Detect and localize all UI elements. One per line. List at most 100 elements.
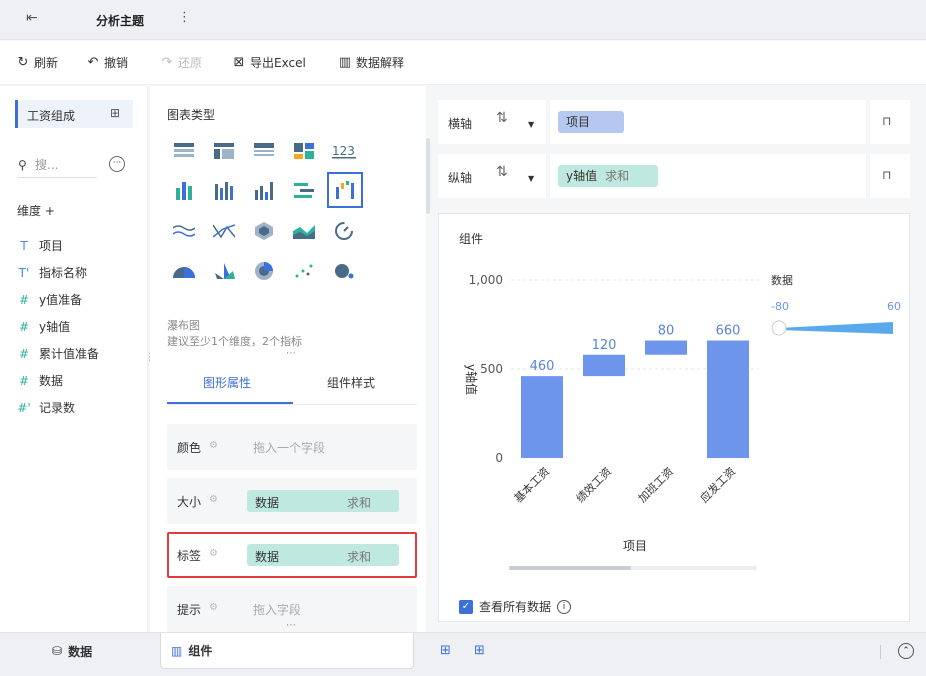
- sunburst-chart-icon[interactable]: [247, 254, 281, 288]
- refresh-button[interactable]: ↻ 刷新: [16, 54, 58, 71]
- property-label: 颜色: [177, 441, 202, 455]
- size-property[interactable]: 大小 ⚙ 数据 求和: [167, 478, 417, 524]
- active-tab-indicator: [167, 402, 293, 404]
- line-chart-icon[interactable]: [167, 214, 201, 248]
- lock-icon[interactable]: ⊓: [882, 114, 891, 128]
- exit-icon[interactable]: ⇤: [26, 10, 44, 28]
- grouped-bar-icon[interactable]: [207, 174, 241, 208]
- more-menu-icon[interactable]: ···: [109, 156, 125, 172]
- field-item[interactable]: T' 指标名称: [17, 264, 87, 281]
- add-component-icon[interactable]: ⊞: [440, 643, 451, 658]
- table-chart-icon[interactable]: [167, 134, 201, 168]
- dataset-tab[interactable]: 工资组成 ⊞: [15, 100, 133, 128]
- field-item[interactable]: T 项目: [17, 237, 63, 254]
- settings-icon[interactable]: ⚙: [209, 440, 221, 452]
- redo-button[interactable]: ↷ 还原: [160, 54, 202, 71]
- database-icon: ⛁: [52, 644, 63, 658]
- bubble-chart-icon[interactable]: [327, 254, 361, 288]
- stacked-bar-icon[interactable]: [167, 174, 201, 208]
- info-icon[interactable]: i: [557, 599, 572, 614]
- tab-shape-props[interactable]: 图形属性: [203, 374, 251, 391]
- y-axis-row: 纵轴 ⇅ ▼ y轴值 求和 ⊓: [438, 154, 910, 198]
- export-label: 导出Excel: [250, 56, 306, 70]
- component-tab[interactable]: ▥ 组件: [160, 633, 414, 669]
- pie-chart-icon[interactable]: [167, 254, 201, 288]
- y-axis-field-chip[interactable]: y轴值 求和: [558, 165, 658, 187]
- detail-table-icon[interactable]: [247, 134, 281, 168]
- chevron-down-icon[interactable]: ▼: [528, 174, 534, 183]
- see-all-data-toggle[interactable]: ✓ 查看所有数据 i: [459, 598, 572, 615]
- x-axis-field-chip[interactable]: 项目: [558, 111, 624, 133]
- data-label: 660: [716, 324, 741, 339]
- explain-icon: ▥: [338, 55, 352, 70]
- field-item[interactable]: # 累计值准备: [17, 345, 99, 362]
- more-options-icon[interactable]: ⋮: [178, 10, 191, 25]
- field-name: 指标名称: [39, 266, 88, 280]
- chip-field: 数据: [255, 550, 280, 564]
- y-axis-label: 纵轴: [448, 171, 473, 185]
- field-item[interactable]: # 数据: [17, 372, 63, 389]
- cross-table-icon[interactable]: [207, 134, 241, 168]
- chevron-down-icon[interactable]: ▼: [528, 120, 534, 129]
- resize-handle[interactable]: ⋯: [286, 620, 297, 631]
- refresh-label: 刷新: [34, 56, 59, 70]
- settings-icon[interactable]: ⚙: [209, 548, 221, 560]
- x-tick-label: 加班工资: [636, 465, 676, 505]
- field-item[interactable]: # y轴值: [17, 318, 70, 335]
- undo-button[interactable]: ↶ 撤销: [86, 54, 128, 71]
- tab-component-style[interactable]: 组件样式: [327, 374, 375, 391]
- sort-icon[interactable]: ⇅: [496, 164, 508, 180]
- top-bar: ⇤ 分析主题 ⋮: [0, 0, 926, 40]
- dataset-switch-icon[interactable]: ⊞: [110, 106, 120, 120]
- settings-icon[interactable]: ⚙: [209, 602, 221, 614]
- rose-chart-icon[interactable]: [207, 254, 241, 288]
- field-name: 累计值准备: [39, 347, 100, 361]
- x-axis-label-box: 横轴 ⇅ ▼: [438, 100, 546, 144]
- export-excel-button[interactable]: ⊠ 导出Excel: [232, 54, 306, 71]
- chip-agg: 求和: [347, 550, 372, 564]
- waterfall-chart-icon[interactable]: [327, 172, 363, 208]
- refresh-icon: ↻: [17, 55, 29, 70]
- lock-icon[interactable]: ⊓: [882, 168, 891, 182]
- field-item[interactable]: # y值准备: [17, 291, 82, 308]
- collapse-up-icon[interactable]: ⌃: [898, 643, 914, 659]
- field-chip[interactable]: 数据 求和: [247, 490, 399, 512]
- dashboard-table-icon[interactable]: [287, 134, 321, 168]
- data-explain-button[interactable]: ▥ 数据解释: [338, 54, 404, 71]
- data-tab-label: 数据: [68, 644, 93, 659]
- y-axis-drop-zone[interactable]: y轴值 求和: [550, 154, 866, 198]
- kpi-number-icon[interactable]: 123: [327, 134, 361, 168]
- field-item[interactable]: #' 记录数: [17, 399, 75, 416]
- gauge-chart-icon[interactable]: [327, 214, 361, 248]
- horizontal-bar-icon[interactable]: [287, 174, 321, 208]
- add-dashboard-icon[interactable]: ⊞: [474, 643, 485, 658]
- data-label: 460: [530, 359, 555, 374]
- field-name: 数据: [39, 374, 64, 388]
- search-input[interactable]: 搜...: [17, 154, 97, 178]
- chart-type-name: 瀑布图: [167, 319, 200, 332]
- sort-icon[interactable]: ⇅: [496, 110, 508, 126]
- chart-type-scrollbar[interactable]: [426, 138, 430, 214]
- chart-config-panel: 图表类型 123 瀑布图 建议至少1个维度，2个指标 ⋯ 图形属性 组件样式 颜…: [150, 86, 430, 632]
- legend-max: 60: [887, 300, 901, 313]
- field-chip[interactable]: 数据 求和: [247, 544, 399, 566]
- y-tick-label: 500: [480, 362, 503, 376]
- resize-handle[interactable]: ⋯: [286, 348, 297, 359]
- tag-property[interactable]: 标签 ⚙ 数据 求和: [167, 532, 417, 578]
- x-axis-drop-zone[interactable]: 项目: [550, 100, 866, 144]
- text-type-icon: T: [20, 238, 28, 253]
- bar-chart-icon[interactable]: [247, 174, 281, 208]
- radar-line-icon[interactable]: [207, 214, 241, 248]
- radar-chart-icon[interactable]: [247, 214, 281, 248]
- y-axis-label-box: 纵轴 ⇅ ▼: [438, 154, 546, 198]
- settings-icon[interactable]: ⚙: [209, 494, 221, 506]
- y-axis-title: y轴值: [464, 364, 479, 395]
- data-tab[interactable]: ⛁ 数据: [52, 633, 92, 669]
- waterfall-bar: [521, 376, 563, 458]
- scatter-chart-icon[interactable]: [287, 254, 321, 288]
- number-type-icon: #: [18, 292, 30, 307]
- area-chart-icon[interactable]: [287, 214, 321, 248]
- color-property[interactable]: 颜色 ⚙ 拖入一个字段: [167, 424, 417, 470]
- dimension-header[interactable]: 维度 +: [17, 202, 55, 219]
- checkbox-checked-icon[interactable]: ✓: [459, 599, 473, 614]
